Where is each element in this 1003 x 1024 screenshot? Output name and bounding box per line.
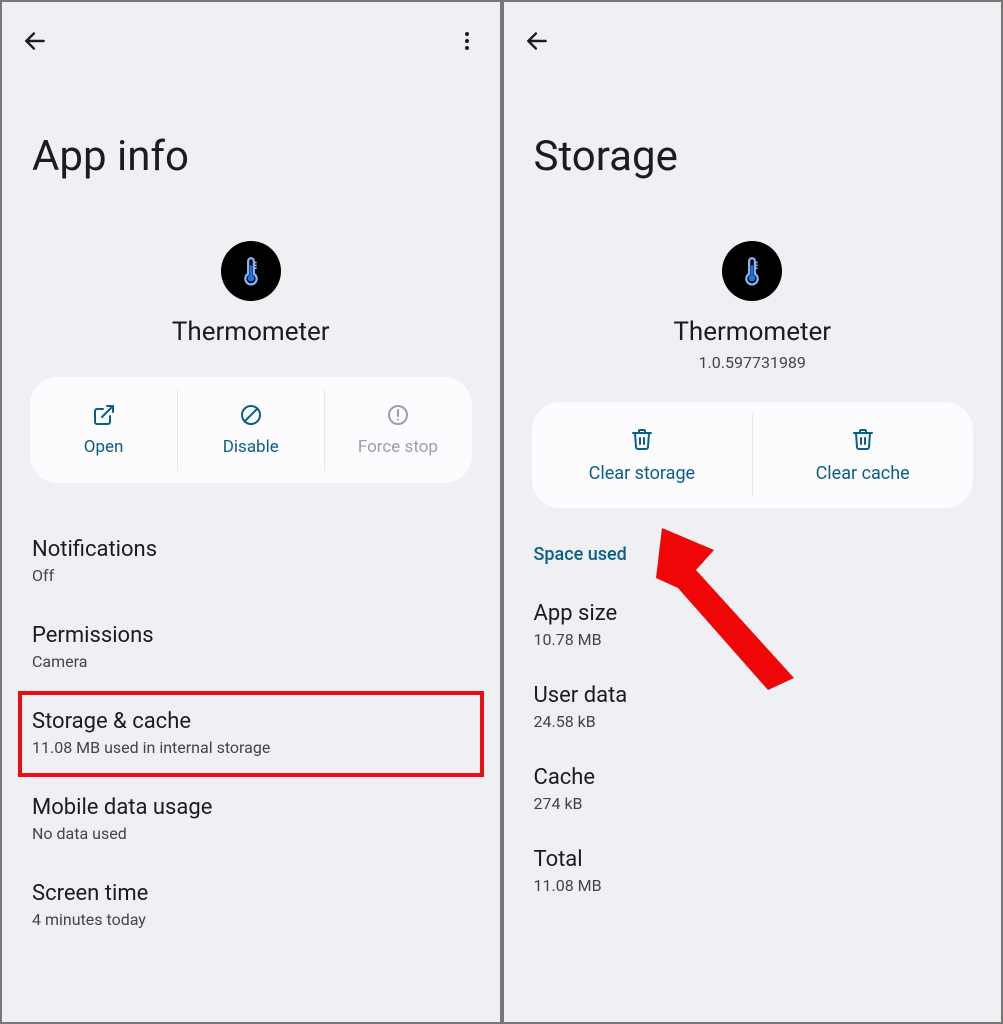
permissions-item[interactable]: Permissions Camera [32, 605, 470, 691]
back-icon[interactable] [524, 28, 550, 54]
stat-title: App size [534, 601, 972, 626]
open-button[interactable]: Open [30, 377, 177, 483]
toolbar [2, 2, 500, 62]
item-title: Storage & cache [32, 709, 470, 734]
app-version: 1.0.597731989 [504, 353, 1002, 372]
item-sub: No data used [32, 824, 470, 843]
trash-icon [851, 427, 875, 451]
app-name: Thermometer [2, 317, 500, 347]
storage-cache-item[interactable]: Storage & cache 11.08 MB used in interna… [18, 691, 484, 777]
item-title: Notifications [32, 537, 470, 562]
mobile-data-item[interactable]: Mobile data usage No data used [32, 777, 470, 863]
stat-title: User data [534, 683, 972, 708]
app-info-panel: App info Thermometer Open Disable Force … [0, 0, 502, 1024]
user-data-stat: User data 24.58 kB [534, 667, 972, 749]
item-sub: Camera [32, 652, 470, 671]
stats-list: Space used App size 10.78 MB User data 2… [504, 544, 1002, 913]
app-icon [221, 241, 281, 301]
disable-label: Disable [223, 437, 279, 457]
more-icon[interactable] [454, 28, 480, 54]
toolbar [504, 2, 1002, 62]
item-title: Screen time [32, 881, 470, 906]
section-label: Space used [534, 544, 972, 565]
app-name: Thermometer [504, 317, 1002, 347]
app-icon [722, 241, 782, 301]
clear-cache-label: Clear cache [816, 463, 910, 484]
total-stat: Total 11.08 MB [534, 831, 972, 913]
storage-panel: Storage Thermometer 1.0.597731989 Clear … [502, 0, 1003, 1024]
item-title: Permissions [32, 623, 470, 648]
clear-cache-button[interactable]: Clear cache [752, 402, 973, 508]
force-stop-button: Force stop [324, 377, 471, 483]
item-sub: 4 minutes today [32, 910, 470, 929]
notifications-item[interactable]: Notifications Off [32, 519, 470, 605]
trash-icon [630, 427, 654, 451]
clear-storage-label: Clear storage [589, 463, 695, 484]
stat-value: 24.58 kB [534, 712, 972, 731]
stat-title: Total [534, 847, 972, 872]
stat-title: Cache [534, 765, 972, 790]
back-icon[interactable] [22, 28, 48, 54]
disable-icon [239, 403, 263, 427]
app-header: Thermometer [2, 241, 500, 377]
open-icon [92, 403, 116, 427]
item-title: Mobile data usage [32, 795, 470, 820]
force-stop-label: Force stop [358, 437, 438, 457]
settings-list: Notifications Off Permissions Camera Sto… [2, 519, 500, 949]
disable-button[interactable]: Disable [177, 377, 324, 483]
screen-time-item[interactable]: Screen time 4 minutes today [32, 863, 470, 949]
item-sub: 11.08 MB used in internal storage [32, 738, 470, 757]
stat-value: 274 kB [534, 794, 972, 813]
app-header: Thermometer 1.0.597731989 [504, 241, 1002, 402]
page-title: Storage [504, 62, 1002, 241]
app-size-stat: App size 10.78 MB [534, 585, 972, 667]
clear-storage-button[interactable]: Clear storage [532, 402, 753, 508]
page-title: App info [2, 62, 500, 241]
stat-value: 11.08 MB [534, 876, 972, 895]
cache-stat: Cache 274 kB [534, 749, 972, 831]
alert-icon [386, 403, 410, 427]
action-row: Clear storage Clear cache [532, 402, 974, 508]
stat-value: 10.78 MB [534, 630, 972, 649]
open-label: Open [84, 437, 124, 457]
item-sub: Off [32, 566, 470, 585]
action-row: Open Disable Force stop [30, 377, 472, 483]
